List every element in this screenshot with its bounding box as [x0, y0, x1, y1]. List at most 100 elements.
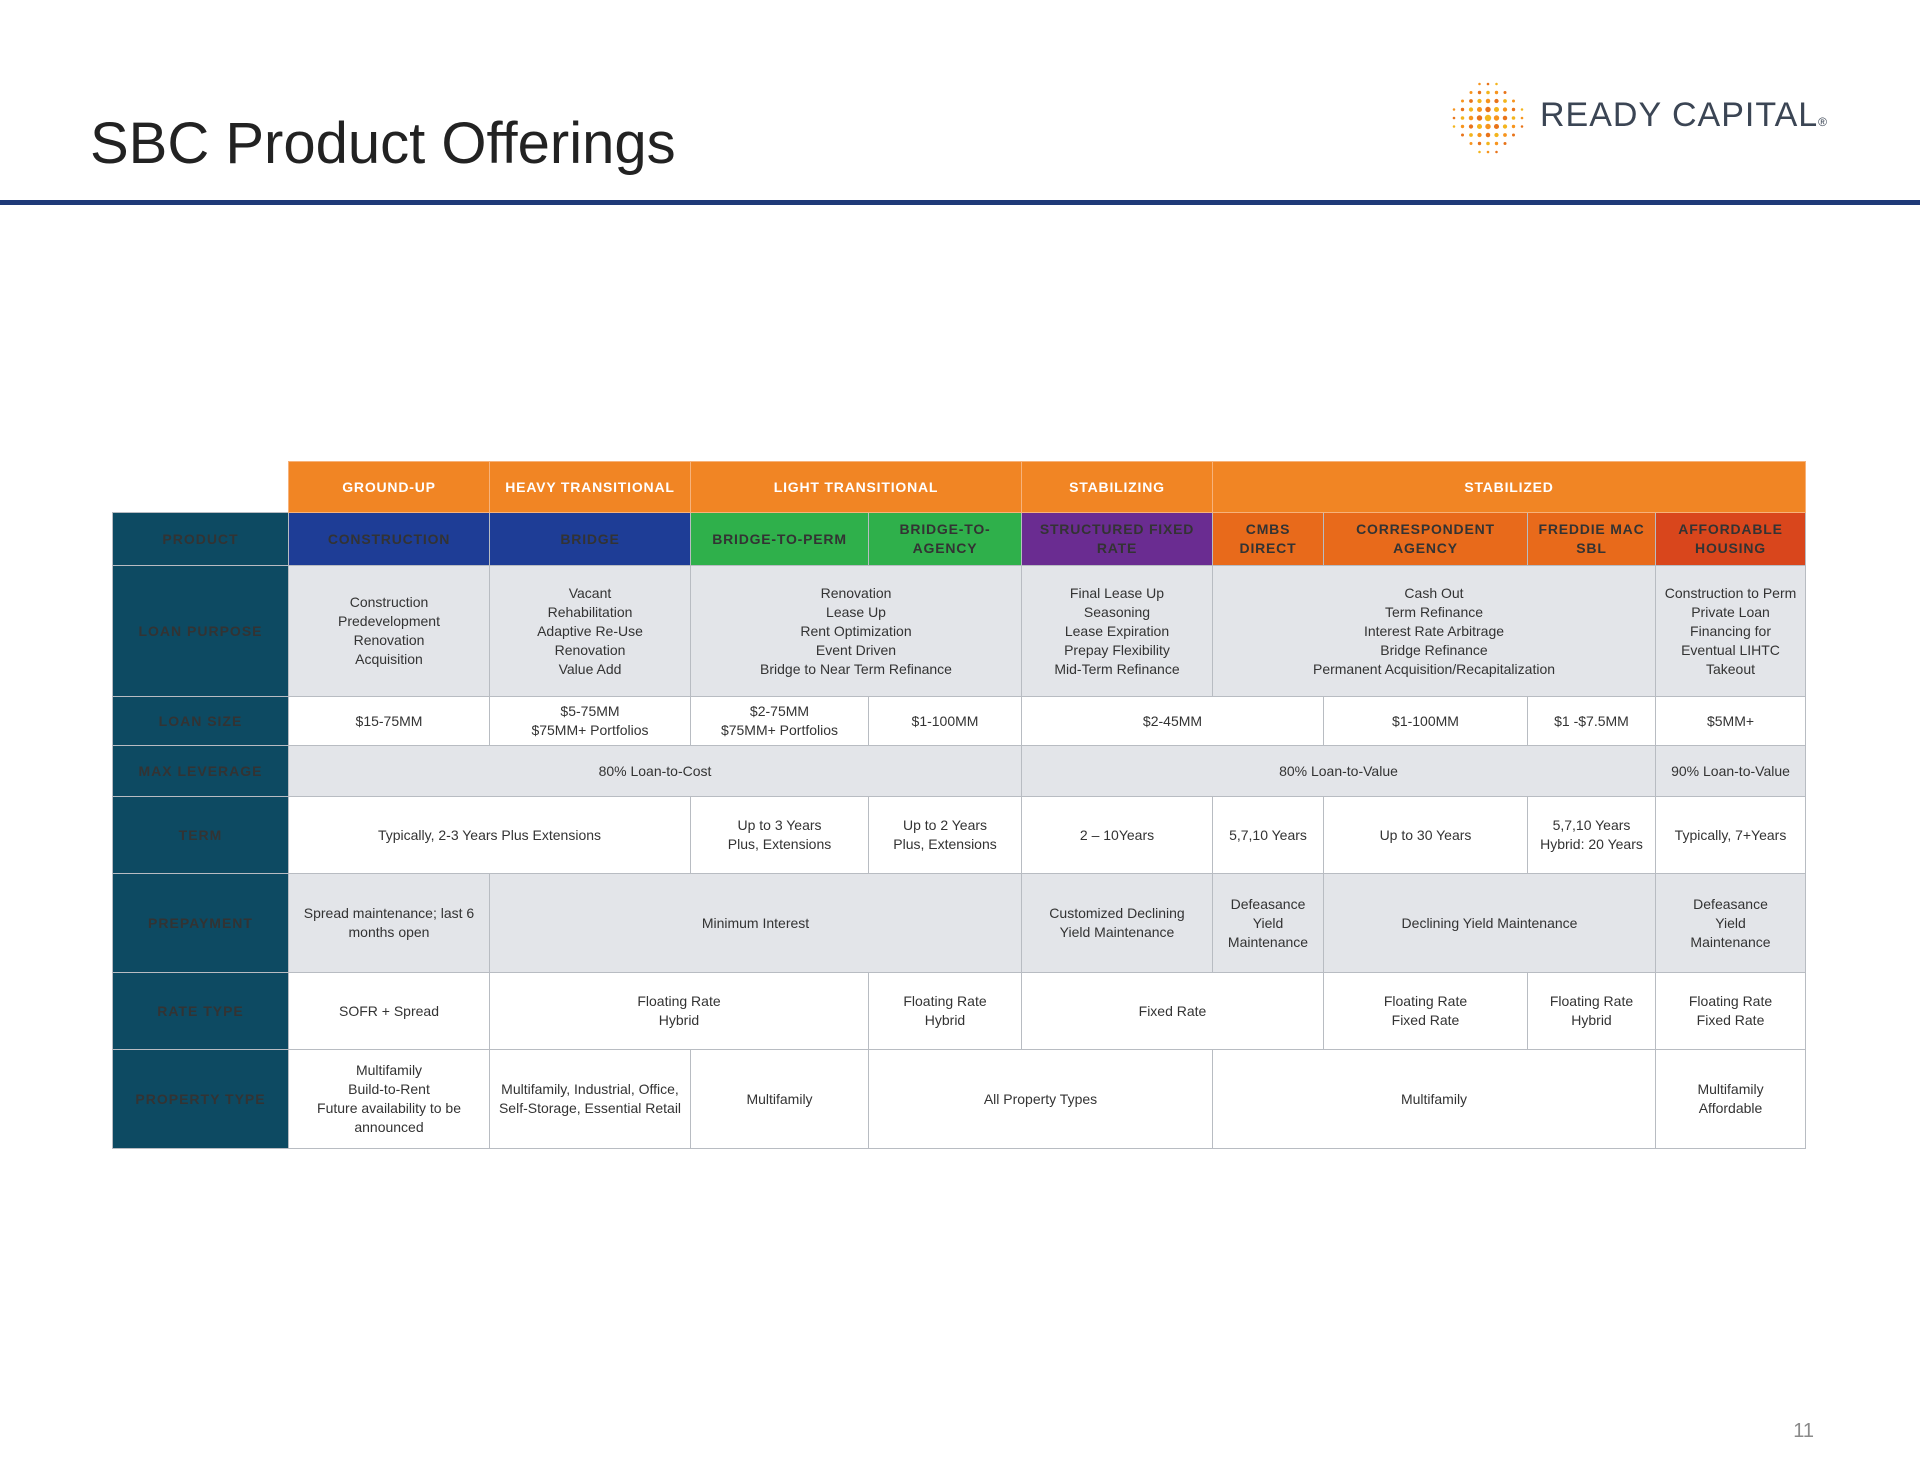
table-cell: Defeasance Yield Maintenance — [1654, 873, 1807, 973]
table-cell: $1-100MM — [1323, 696, 1528, 746]
logo-registered-mark: ® — [1818, 115, 1829, 129]
logo-dot — [1503, 99, 1507, 103]
logo-dot — [1502, 107, 1508, 112]
category-ground-up: GROUND-UP — [288, 461, 490, 513]
logo-dot — [1485, 132, 1491, 138]
row-label-product: PRODUCT — [112, 512, 289, 566]
logo-dot — [1486, 150, 1490, 154]
table-cell: Floating Rate Hybrid — [1527, 972, 1656, 1050]
row-label-rate-type: RATE TYPE — [112, 972, 289, 1050]
logo-dot — [1476, 106, 1483, 113]
table-cell: $15-75MM — [288, 696, 490, 746]
page-title: SBC Product Offerings — [90, 111, 676, 176]
logo-dot — [1486, 141, 1490, 146]
table-cell: Declining Yield Maintenance — [1323, 873, 1656, 973]
logo-dot — [1486, 90, 1490, 95]
row-label-prepayment: PREPAYMENT — [112, 873, 289, 973]
table-cell: $1 -$7.5MM — [1527, 696, 1656, 746]
logo-dot — [1460, 116, 1465, 120]
loan-purpose-row: LOAN PURPOSE Construction Predevelopment… — [112, 565, 1807, 697]
table-cell: Final Lease Up Seasoning Lease Expiratio… — [1021, 565, 1213, 697]
logo-dot — [1485, 106, 1491, 113]
logo-dot — [1502, 115, 1508, 121]
page-number: 11 — [1793, 1420, 1814, 1442]
table-cell: 2 – 10Years — [1021, 796, 1213, 874]
table-cell: All Property Types — [868, 1049, 1213, 1149]
logo-dot — [1493, 115, 1500, 121]
logo-dot — [1520, 108, 1524, 111]
logo-dot — [1486, 82, 1490, 86]
logo-dots-icon — [1452, 82, 1524, 154]
table-cell: 5,7,10 Years — [1212, 796, 1324, 874]
row-label-property-type: PROPERTY TYPE — [112, 1049, 289, 1149]
table-cell: 80% Loan-to-Value — [1021, 745, 1656, 797]
logo-dot — [1493, 106, 1500, 113]
table-cell: Vacant Rehabilitation Adaptive Re-Use Re… — [489, 565, 691, 697]
category-light-transitional: LIGHT TRANSITIONAL — [690, 461, 1022, 513]
logo-dot — [1511, 107, 1516, 112]
product-cmbs-direct: CMBS DIRECT — [1212, 512, 1324, 566]
product-correspondent-agency: CORRESPONDENT AGENCY — [1323, 512, 1528, 566]
logo-dot — [1511, 124, 1516, 129]
table-cell: Floating Rate Fixed Rate — [1654, 972, 1807, 1050]
prepayment-row: PREPAYMENT Spread maintenance; last 6 mo… — [112, 873, 1807, 973]
logo-dot — [1495, 82, 1498, 86]
rate-type-row: RATE TYPE SOFR + Spread Floating Rate Hy… — [112, 972, 1807, 1050]
logo-dot — [1485, 98, 1491, 104]
product-affordable-housing: AFFORDABLE HOUSING — [1654, 512, 1807, 566]
logo-dot — [1461, 99, 1464, 103]
table-cell: Floating Rate Hybrid — [868, 972, 1022, 1050]
table-cell: Up to 2 Years Plus, Extensions — [868, 796, 1022, 874]
table-cell: $2-75MM $75MM+ Portfolios — [690, 696, 869, 746]
logo-dot — [1478, 82, 1481, 86]
table-cell: $1-100MM — [868, 696, 1022, 746]
table-cell: Construction to Perm Private Loan Financ… — [1654, 565, 1807, 697]
logo-dot — [1476, 123, 1483, 130]
table-cell: Multifamily Build-to-Rent Future availab… — [288, 1049, 490, 1149]
table-cell: Floating Rate Fixed Rate — [1323, 972, 1528, 1050]
max-leverage-row: MAX LEVERAGE 80% Loan-to-Cost 80% Loan-t… — [112, 745, 1807, 797]
table-cell: Cash Out Term Refinance Interest Rate Ar… — [1212, 565, 1656, 697]
table-cell: Multifamily, Industrial, Office, Self-St… — [489, 1049, 691, 1149]
logo-dot — [1477, 141, 1482, 146]
product-header-row: PRODUCT CONSTRUCTION BRIDGE BRIDGE-TO-PE… — [112, 512, 1807, 566]
product-freddie-mac-sbl: FREDDIE MAC SBL — [1527, 512, 1656, 566]
table-cell: Renovation Lease Up Rent Optimization Ev… — [690, 565, 1022, 697]
logo-dot — [1460, 107, 1465, 112]
logo-dot — [1469, 133, 1473, 137]
product-bridge-to-perm: BRIDGE-TO-PERM — [690, 512, 869, 566]
logo-dot — [1503, 133, 1507, 137]
logo-dot — [1469, 142, 1473, 145]
loan-size-row: LOAN SIZE $15-75MM $5-75MM $75MM+ Portfo… — [112, 696, 1807, 746]
table-cell: 5,7,10 Years Hybrid: 20 Years — [1527, 796, 1656, 874]
table-cell: Multifamily — [690, 1049, 869, 1149]
table-cell: SOFR + Spread — [288, 972, 490, 1050]
logo-dot — [1512, 99, 1515, 103]
logo-dot — [1477, 132, 1482, 138]
logo-dot — [1468, 124, 1474, 129]
logo-dot — [1469, 99, 1473, 103]
category-stabilized: STABILIZED — [1211, 461, 1807, 513]
ready-capital-logo: READY CAPITAL® — [1448, 78, 1848, 158]
logo-dot — [1493, 123, 1500, 130]
category-heavy-transitional: HEAVY TRANSITIONAL — [489, 461, 691, 513]
logo-dot — [1452, 108, 1456, 111]
logo-dot — [1468, 107, 1474, 112]
logo-dot — [1477, 90, 1482, 95]
table-cell: Customized Declining Yield Maintenance — [1021, 873, 1213, 973]
table-cell: Defeasance Yield Maintenance — [1212, 873, 1324, 973]
category-header-row: GROUND-UP HEAVY TRANSITIONAL LIGHT TRANS… — [113, 461, 1807, 513]
product-bridge-to-agency: BRIDGE-TO- AGENCY — [868, 512, 1022, 566]
row-label-loan-size: LOAN SIZE — [112, 696, 289, 746]
logo-dot — [1477, 98, 1482, 104]
table-cell: Fixed Rate — [1021, 972, 1324, 1050]
logo-dot — [1469, 91, 1473, 94]
table-cell: $2-45MM — [1021, 696, 1324, 746]
table-cell: Multifamily Affordable — [1654, 1049, 1807, 1149]
logo-dot — [1460, 124, 1465, 129]
logo-dot — [1494, 132, 1499, 138]
term-row: TERM Typically, 2-3 Years Plus Extension… — [112, 796, 1807, 874]
logo-dot — [1494, 141, 1499, 146]
property-type-row: PROPERTY TYPE Multifamily Build-to-Rent … — [112, 1049, 1807, 1149]
logo-dot — [1502, 124, 1508, 129]
